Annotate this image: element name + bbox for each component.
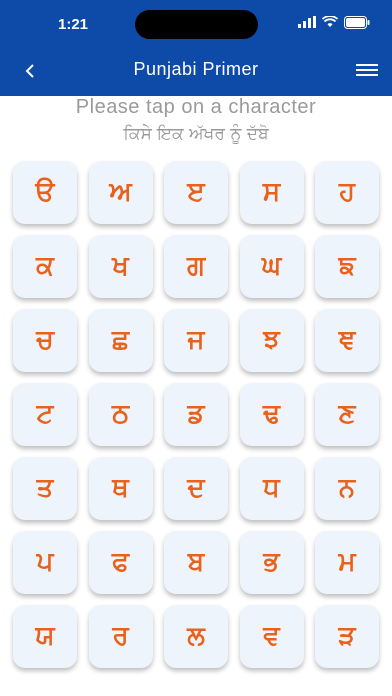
instruction-english: Please tap on a character (75, 96, 317, 118)
character-key[interactable]: ਲ (164, 605, 228, 668)
character-key[interactable]: ਤ (13, 457, 77, 520)
character-key[interactable]: ਭ (239, 531, 304, 594)
character-key[interactable]: ਗ (164, 235, 228, 298)
character-key[interactable]: ਞ (315, 309, 379, 372)
character-key[interactable]: ੳ (13, 161, 77, 224)
character-key[interactable]: ਬ (164, 531, 228, 594)
character-key[interactable]: ਧ (239, 457, 304, 520)
character-key[interactable]: ਵ (239, 605, 304, 668)
character-key[interactable]: ਯ (13, 605, 77, 668)
character-key[interactable]: ਘ (239, 235, 304, 298)
battery-icon (344, 15, 370, 29)
navigation-bar: 1:21 Punjabi Primer (0, 0, 392, 96)
character-key[interactable]: ਝ (239, 309, 304, 372)
instruction-punjabi: ਕਿਸੇ ਇਕ ਅੱਖਰ ਨੂੰ ਦੱਬੋ (123, 124, 269, 144)
character-key[interactable]: ਫ (88, 531, 153, 594)
character-key[interactable]: ਪ (13, 531, 77, 594)
character-key[interactable]: ਰ (88, 605, 153, 668)
wifi-icon (322, 16, 338, 27)
status-time: 1:21 (58, 16, 89, 33)
character-key[interactable]: ਥ (88, 457, 153, 520)
character-key[interactable]: ਟ (13, 383, 77, 446)
character-key[interactable]: ਣ (315, 383, 379, 446)
character-key[interactable]: ੲ (164, 161, 228, 224)
character-key[interactable]: ਙ (315, 235, 379, 298)
character-key[interactable]: ਮ (315, 531, 379, 594)
character-key[interactable]: ਨ (315, 457, 379, 520)
character-key[interactable]: ਢ (239, 383, 304, 446)
hamburger-menu-icon (356, 64, 378, 76)
character-grid: ੳ ਅ ੲ ਸ ਹ ਕ ਖ ਗ ਘ ਙ ਚ ਛ ਜ ਝ ਞ ਟ ਠ ਡ ਢ ਣ … (13, 161, 379, 668)
status-icons (298, 14, 370, 30)
character-key[interactable]: ਡ (164, 383, 228, 446)
character-key[interactable]: ਅ (88, 161, 153, 224)
page-title: Punjabi Primer (133, 59, 259, 79)
character-key[interactable]: ੜ (315, 605, 379, 668)
character-key[interactable]: ਕ (13, 235, 77, 298)
character-key[interactable]: ਖ (88, 235, 153, 298)
character-key[interactable]: ਹ (315, 161, 379, 224)
character-key[interactable]: ਠ (88, 383, 153, 446)
menu-button[interactable] (356, 64, 378, 80)
character-key[interactable]: ਚ (13, 309, 77, 372)
character-key[interactable]: ਜ (164, 309, 228, 372)
character-key[interactable]: ਸ (239, 161, 304, 224)
character-key[interactable]: ਦ (164, 457, 228, 520)
signal-icon (298, 16, 316, 28)
character-key[interactable]: ਛ (88, 309, 153, 372)
dynamic-island (135, 10, 258, 39)
